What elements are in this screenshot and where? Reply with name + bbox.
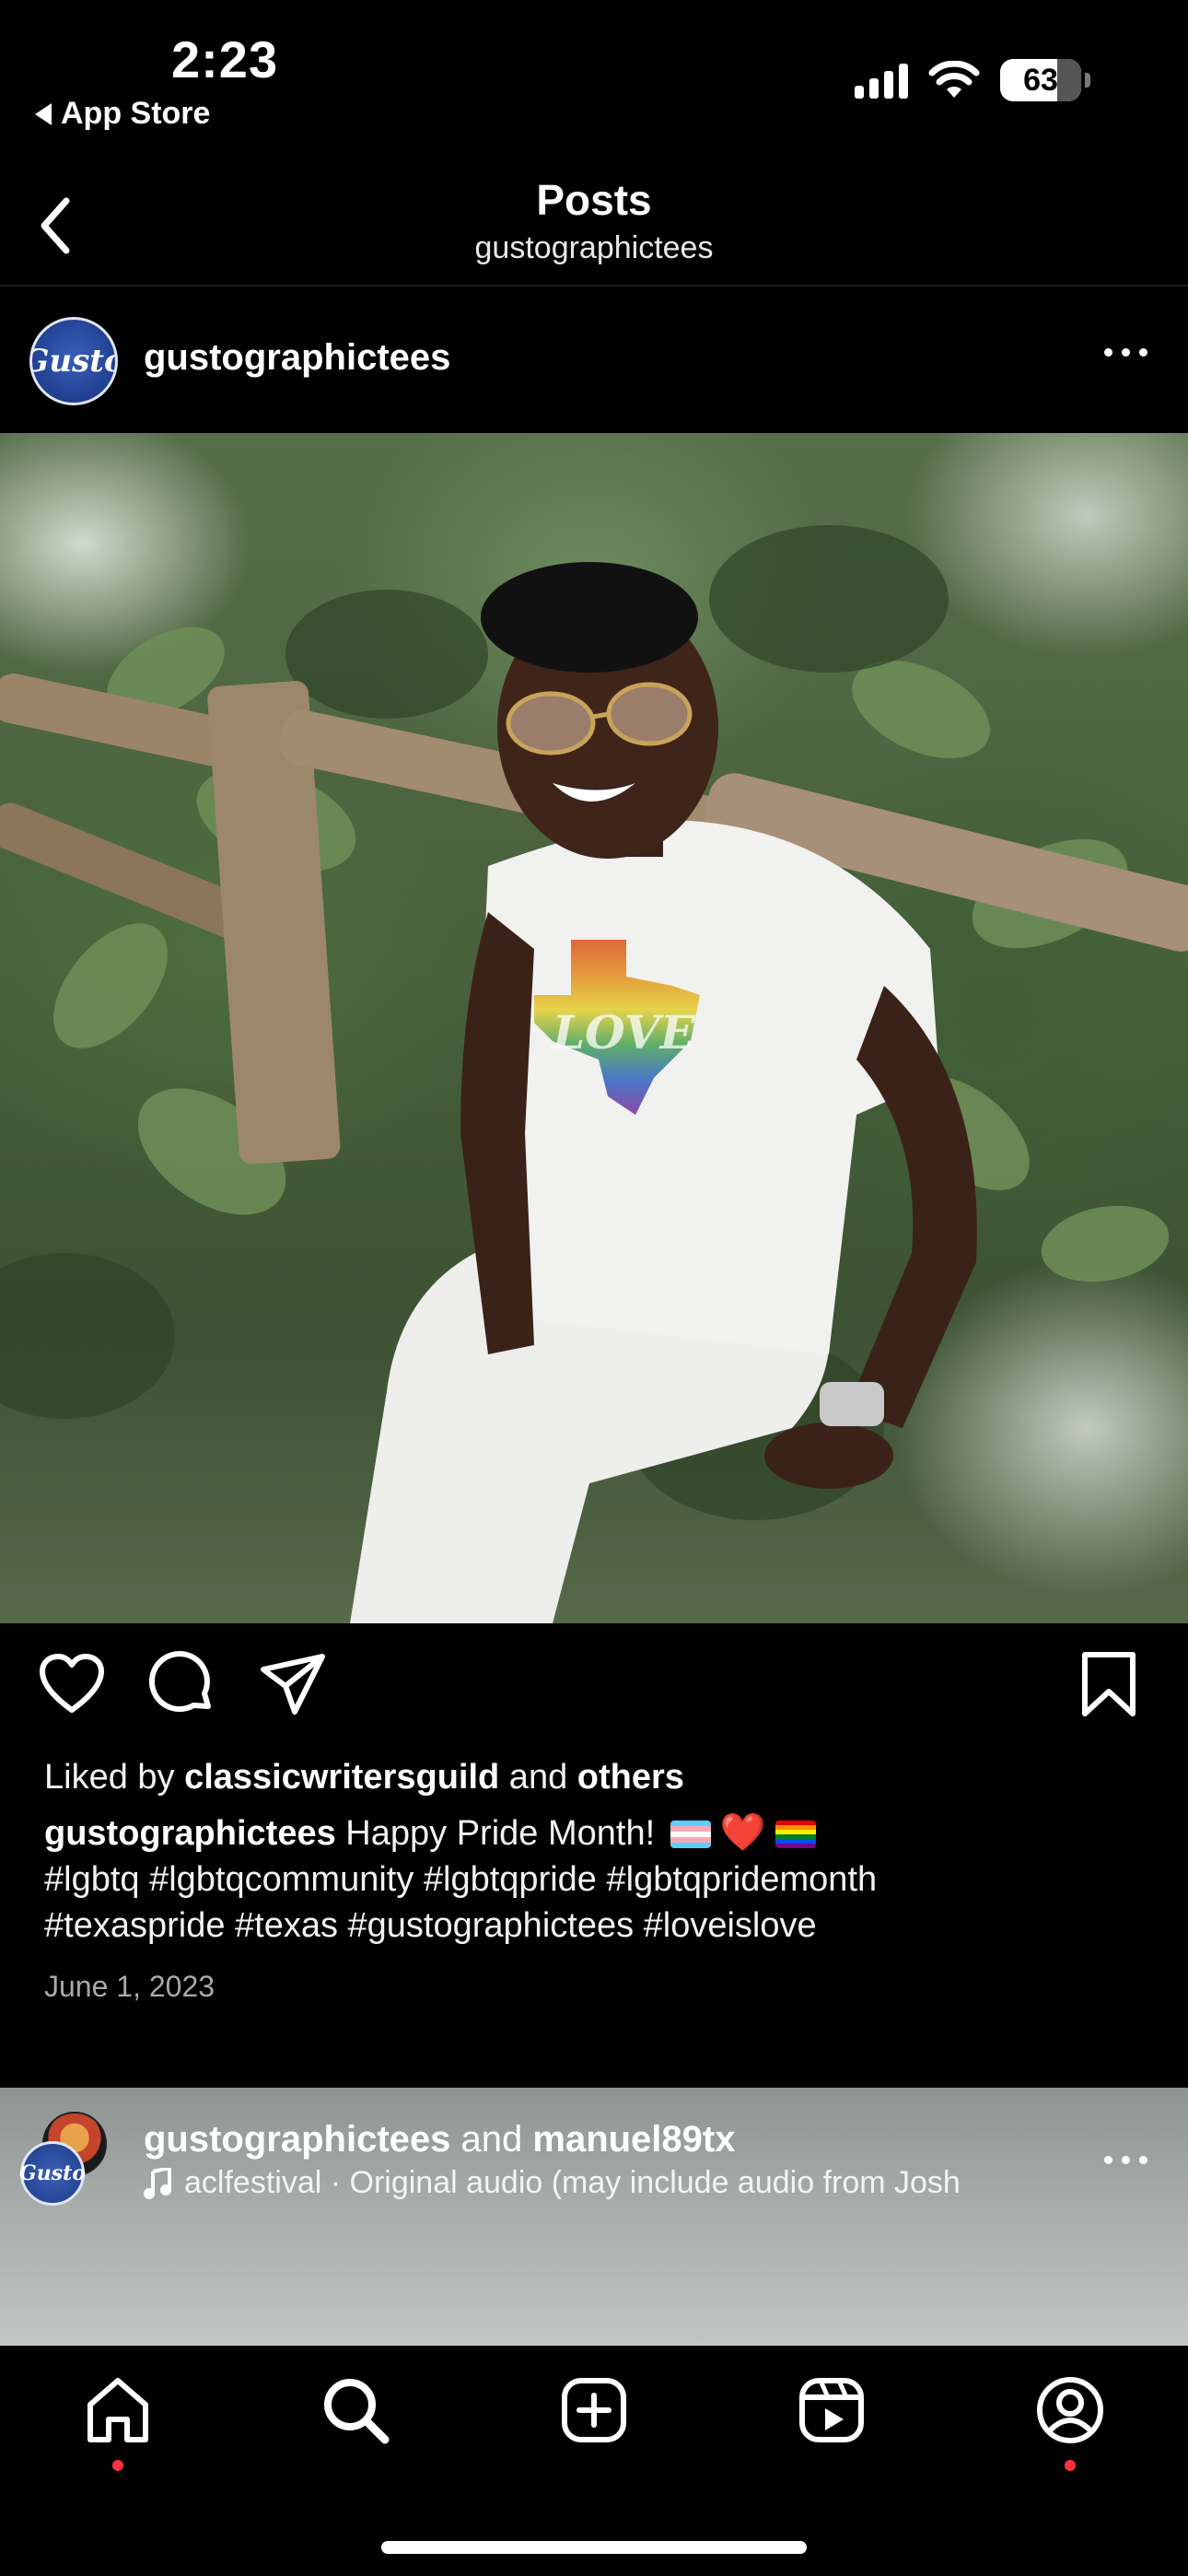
post-date: June 1, 2023 xyxy=(44,1970,215,2003)
transgender-flag-icon xyxy=(670,1821,711,1848)
next-post-user-1[interactable]: gustographictees xyxy=(144,2119,450,2160)
wifi-icon xyxy=(928,61,980,98)
liked-others[interactable]: others xyxy=(577,1758,684,1797)
liked-by-text[interactable]: Liked by classicwritersguild and others xyxy=(44,1758,684,1797)
comment-icon[interactable] xyxy=(147,1649,217,1719)
audio-text: aclfestival · Original audio (may includ… xyxy=(184,2165,961,2200)
status-indicators: 63 xyxy=(855,59,1090,101)
back-to-app-store[interactable]: App Store xyxy=(35,96,210,132)
liked-middle: and xyxy=(499,1758,577,1797)
svg-text:LOVE: LOVE xyxy=(551,1005,696,1060)
avatar[interactable]: Gusto xyxy=(29,317,118,405)
battery-icon: 63 xyxy=(1000,59,1090,101)
music-note-icon xyxy=(144,2167,171,2199)
search-icon[interactable] xyxy=(319,2373,392,2447)
post-username[interactable]: gustographictees xyxy=(144,337,450,379)
heart-icon[interactable] xyxy=(37,1649,107,1719)
home-icon[interactable] xyxy=(81,2373,155,2447)
more-options-icon[interactable] xyxy=(1104,2156,1147,2164)
create-post-icon[interactable] xyxy=(557,2373,631,2447)
more-options-icon[interactable] xyxy=(1104,348,1147,357)
hashtags-line-2[interactable]: #texaspride #texas #gustographictees #lo… xyxy=(44,1906,817,1945)
back-triangle-icon xyxy=(35,102,52,125)
audio-attribution[interactable]: aclfestival · Original audio (may includ… xyxy=(144,2165,961,2201)
status-time: 2:23 xyxy=(171,30,279,88)
profile-icon[interactable] xyxy=(1033,2373,1107,2447)
home-notification-dot xyxy=(112,2460,123,2471)
post-caption: gustographictees Happy Pride Month! ❤️ #… xyxy=(44,1809,1149,1949)
next-post[interactable]: Gusto gustographictees and manuel89tx ac… xyxy=(0,2088,1188,2346)
avatar-logo: Gusto xyxy=(32,343,115,380)
battery-level: 63 xyxy=(1023,62,1058,98)
post-image[interactable]: LOVE xyxy=(0,433,1188,1623)
liked-user[interactable]: classicwritersguild xyxy=(184,1758,499,1797)
caption-username[interactable]: gustographictees xyxy=(44,1814,336,1853)
next-post-user-2[interactable]: manuel89tx xyxy=(532,2119,735,2160)
hashtags-line-1[interactable]: #lgbtq #lgbtqcommunity #lgbtqpride #lgbt… xyxy=(44,1860,877,1899)
photo-scene: LOVE xyxy=(0,525,1188,1623)
profile-notification-dot xyxy=(1065,2460,1076,2471)
post-actions xyxy=(0,1649,1188,1732)
reels-icon[interactable] xyxy=(795,2373,868,2447)
share-icon[interactable] xyxy=(258,1649,328,1719)
back-app-label: App Store xyxy=(61,96,211,131)
next-post-users[interactable]: gustographictees and manuel89tx xyxy=(144,2119,735,2160)
liked-prefix: Liked by xyxy=(44,1758,185,1797)
page-title: Posts xyxy=(536,176,652,224)
page-subtitle[interactable]: gustographictees xyxy=(0,230,1188,266)
header-divider xyxy=(0,285,1188,287)
next-post-joiner: and xyxy=(450,2119,533,2160)
caption-text: Happy Pride Month! xyxy=(335,1814,665,1853)
bottom-tab-bar xyxy=(0,2346,1188,2576)
bookmark-icon[interactable] xyxy=(1074,1649,1144,1719)
red-heart-emoji: ❤️ xyxy=(719,1812,766,1853)
avatar-logo-small: Gusto xyxy=(19,2161,87,2185)
avatar[interactable]: Gusto xyxy=(19,2141,87,2206)
cellular-signal-icon xyxy=(855,62,908,99)
home-indicator[interactable] xyxy=(381,2541,807,2554)
rainbow-flag-icon xyxy=(775,1821,816,1848)
